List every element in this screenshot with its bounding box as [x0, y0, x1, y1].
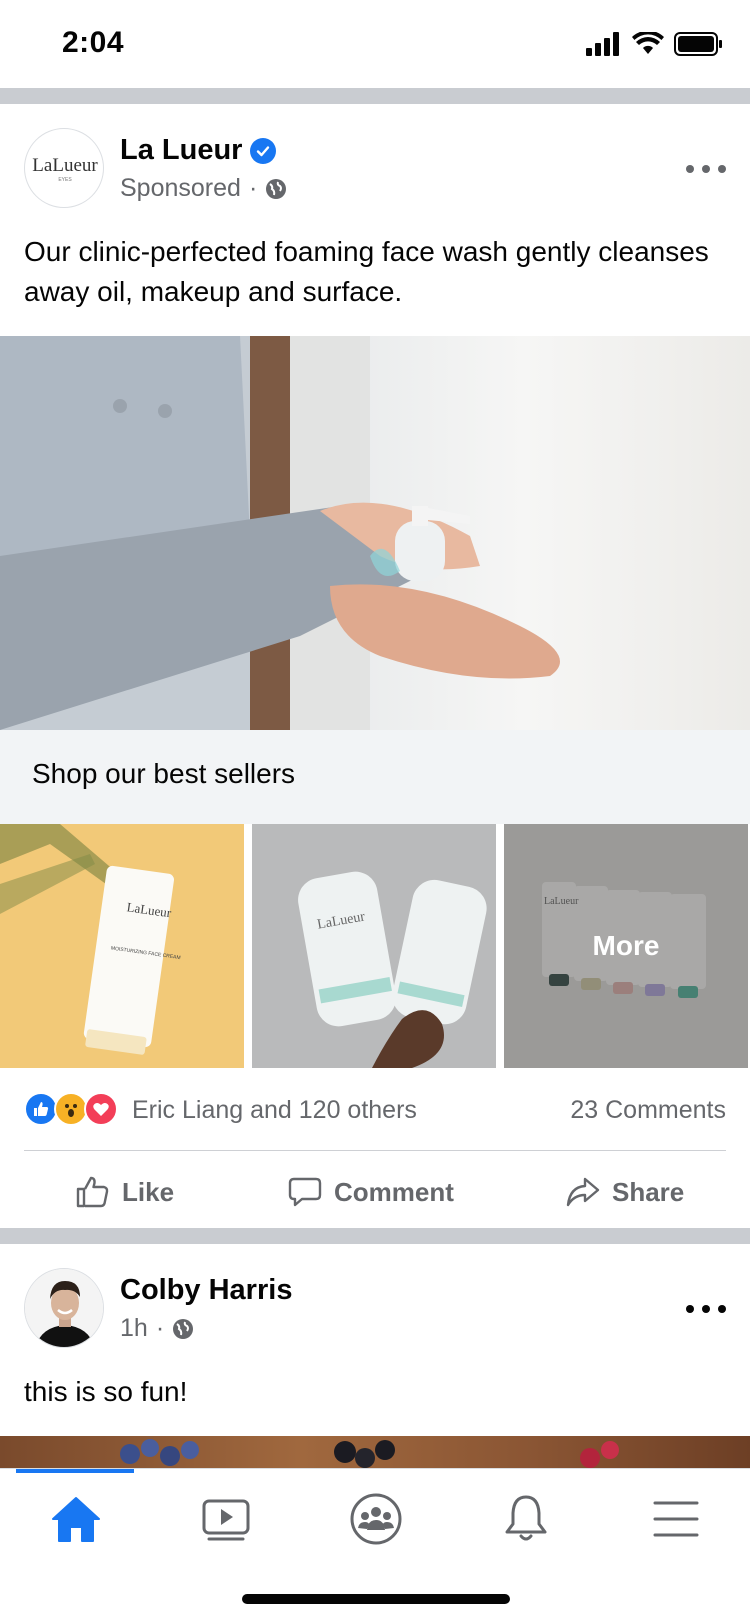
avatar[interactable]	[24, 1268, 104, 1348]
product-tile[interactable]: LaLueur	[252, 824, 496, 1068]
status-time: 2:04	[62, 26, 125, 59]
verified-badge-icon	[250, 137, 277, 164]
reactions-summary[interactable]: Eric Liang and 120 others 23 Comments	[24, 1090, 726, 1132]
post-options-button[interactable]	[686, 1294, 726, 1324]
groups-icon	[350, 1493, 402, 1545]
comment-label: Comment	[334, 1176, 454, 1207]
product-tile[interactable]: LaLueur MOISTURIZING FACE CREAM	[0, 824, 244, 1068]
home-indicator[interactable]	[242, 1594, 510, 1604]
author-name-label[interactable]: Colby Harris	[120, 1274, 292, 1307]
post-meta: Sponsored ·	[120, 174, 287, 203]
tab-home[interactable]	[36, 1487, 116, 1551]
brand-logo-icon: LaLueur EYES	[32, 155, 98, 183]
tab-menu[interactable]	[636, 1487, 716, 1551]
post-image[interactable]	[0, 1436, 750, 1468]
post-meta: 1h ·	[120, 1314, 194, 1343]
globe-icon	[173, 1318, 194, 1339]
post-time: 1h	[120, 1314, 148, 1342]
signal-icon	[586, 32, 619, 56]
reaction-icons	[24, 1092, 118, 1126]
feed-divider	[0, 88, 750, 104]
status-bar: 2:04	[0, 0, 750, 88]
post-text: this is so fun!	[24, 1376, 188, 1407]
berries-image	[120, 1439, 619, 1468]
tab-notifications[interactable]	[486, 1487, 566, 1551]
comments-count[interactable]: 23 Comments	[570, 1096, 726, 1125]
wow-reaction-icon	[54, 1092, 88, 1126]
globe-icon	[266, 178, 287, 199]
avatar[interactable]: LaLueur EYES	[24, 128, 104, 208]
shop-title: Shop our best sellers	[32, 758, 296, 789]
author-name-label[interactable]: La Lueur	[120, 134, 242, 167]
svg-text:EYES: EYES	[58, 177, 72, 183]
author-name[interactable]: Colby Harris	[120, 1274, 292, 1307]
post-header: Colby Harris 1h ·	[24, 1268, 726, 1350]
post-header: LaLueur EYES La Lueur Sponsored ·	[24, 128, 726, 210]
hand-soap-illustration	[0, 336, 560, 730]
reactions-text[interactable]: Eric Liang and 120 others	[132, 1096, 417, 1125]
product-tile[interactable]: LaLueur More	[504, 824, 748, 1068]
post-image[interactable]	[0, 336, 750, 730]
meta-separator: ·	[248, 174, 258, 202]
more-products-overlay[interactable]: More	[504, 824, 748, 1068]
cleanser-bottles-image: LaLueur	[252, 824, 496, 1068]
face-cream-image: LaLueur MOISTURIZING FACE CREAM	[0, 824, 244, 1068]
actions-divider	[24, 1150, 726, 1151]
feed-divider	[0, 1228, 750, 1244]
tab-watch[interactable]	[186, 1487, 266, 1551]
sponsored-label: Sponsored	[120, 174, 241, 202]
share-button[interactable]: Share	[566, 1170, 684, 1214]
like-reaction-icon	[24, 1092, 58, 1126]
wifi-icon	[632, 32, 664, 54]
bell-icon	[505, 1495, 547, 1541]
tab-groups[interactable]	[336, 1487, 416, 1551]
comment-icon	[288, 1177, 322, 1207]
meta-separator: ·	[155, 1314, 165, 1342]
share-label: Share	[612, 1176, 685, 1207]
shop-section-header[interactable]: Shop our best sellers	[0, 730, 750, 824]
like-label: Like	[122, 1176, 175, 1207]
post-options-button[interactable]	[686, 154, 726, 184]
post-text: Our clinic-perfected foaming face wash g…	[24, 236, 709, 307]
svg-text:LaLueur: LaLueur	[32, 155, 98, 176]
status-icons	[586, 32, 724, 56]
battery-icon	[674, 32, 722, 56]
share-icon	[566, 1177, 600, 1207]
person-avatar-image	[25, 1269, 103, 1347]
menu-icon	[653, 1501, 699, 1537]
love-reaction-icon	[84, 1092, 118, 1126]
video-icon	[202, 1499, 250, 1541]
like-icon	[76, 1176, 109, 1208]
comment-button[interactable]: Comment	[288, 1170, 454, 1214]
home-icon	[52, 1497, 100, 1542]
active-tab-indicator	[16, 1469, 134, 1473]
author-name[interactable]: La Lueur	[120, 134, 277, 167]
like-button[interactable]: Like	[76, 1170, 174, 1214]
